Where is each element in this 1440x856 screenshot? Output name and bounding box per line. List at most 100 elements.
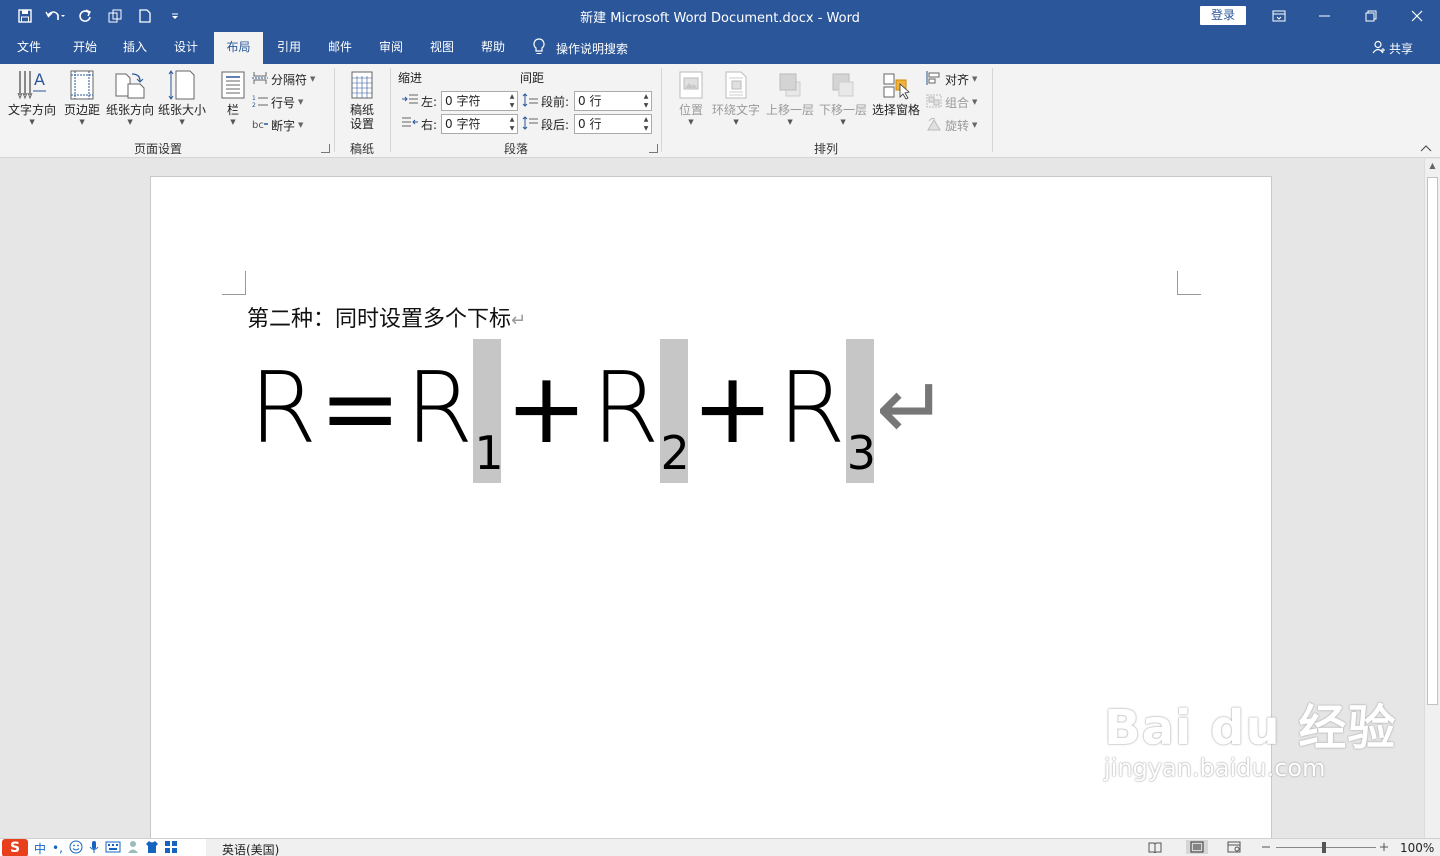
columns-button[interactable]: 栏 ▼	[216, 68, 250, 126]
minimize-icon[interactable]	[1302, 0, 1348, 32]
hyphenation-button[interactable]: bc 断字 ▼	[252, 115, 303, 135]
size-button[interactable]: 纸张大小 ▼	[158, 68, 206, 126]
margin-corner-mark	[222, 271, 246, 295]
line-numbers-button[interactable]: 12 行号 ▼	[252, 92, 303, 112]
save-icon[interactable]	[14, 5, 36, 27]
group-button[interactable]: 组合 ▼	[926, 92, 977, 112]
spacing-after-input[interactable]: 0 行 ▲ ▼	[574, 114, 652, 134]
ime-mode[interactable]: 中	[34, 840, 46, 856]
indent-right-label: 右:	[402, 116, 437, 133]
user-icon[interactable]	[127, 840, 139, 856]
scroll-up-icon[interactable]: ▲	[1425, 161, 1440, 173]
tab-insert[interactable]: 插入	[112, 32, 158, 64]
undo-icon[interactable]	[44, 5, 66, 27]
tab-review[interactable]: 审阅	[368, 32, 414, 64]
language-indicator[interactable]: 英语(美国)	[222, 841, 279, 856]
indent-right-input[interactable]: 0 字符 ▲ ▼	[441, 114, 518, 134]
caret-icon: ▼	[972, 121, 978, 129]
orientation-button[interactable]: 纸张方向 ▼	[106, 68, 154, 126]
tab-mailings[interactable]: 邮件	[317, 32, 363, 64]
svg-text:A: A	[34, 70, 45, 89]
hyphenation-icon: bc	[252, 117, 268, 134]
document-paragraph[interactable]: 第二种：同时设置多个下标↵	[247, 301, 526, 333]
collapse-ribbon-icon[interactable]	[1420, 144, 1432, 155]
customize-qat-icon[interactable]	[164, 5, 186, 27]
tab-help[interactable]: 帮助	[470, 32, 516, 64]
margins-label: 页边距	[64, 103, 101, 117]
spacing-before-input[interactable]: 0 行 ▲ ▼	[574, 91, 652, 111]
zoom-slider-thumb[interactable]	[1322, 842, 1326, 853]
wrap-text-button[interactable]: 环绕文字 ▼	[712, 68, 760, 126]
format-painter-icon[interactable]	[104, 5, 126, 27]
tab-layout[interactable]: 布局	[214, 32, 263, 64]
zoom-level[interactable]: 100%	[1400, 841, 1434, 855]
breaks-icon	[252, 71, 268, 88]
new-document-icon[interactable]	[134, 5, 156, 27]
formula-subscript-selected[interactable]: 3	[845, 339, 876, 483]
vertical-scrollbar[interactable]: ▲	[1424, 159, 1440, 838]
arrange-group-label: 排列	[813, 142, 838, 156]
zoom-out-icon[interactable]	[1258, 840, 1274, 854]
skin-icon[interactable]	[145, 840, 159, 856]
person-icon	[1372, 40, 1386, 57]
rotate-button[interactable]: 旋转 ▼	[926, 115, 977, 135]
margins-button[interactable]: 页边距 ▼	[64, 68, 100, 126]
microphone-icon[interactable]	[89, 840, 99, 856]
caret-icon: ▼	[79, 118, 85, 126]
send-backward-button[interactable]: 下移一层 ▼	[819, 68, 867, 126]
formula-term-base: R	[405, 352, 473, 466]
columns-icon	[216, 68, 250, 102]
subscript-text: 1	[474, 426, 504, 480]
sogou-ime-logo[interactable]: S	[2, 839, 28, 856]
share-button[interactable]: 共享	[1372, 32, 1413, 64]
formula-plus: +	[505, 352, 588, 466]
selection-pane-button[interactable]: 选择窗格	[872, 68, 920, 118]
formula-line[interactable]: R = R 1 + R 2 + R 3 ↵	[249, 339, 948, 489]
zoom-slider-track[interactable]	[1276, 847, 1376, 848]
zoom-in-icon[interactable]	[1376, 840, 1392, 854]
page-setup-launcher-icon[interactable]	[321, 144, 330, 153]
spacing-after-label: 段后:	[522, 116, 569, 133]
spinner-arrows-icon[interactable]: ▲ ▼	[507, 92, 517, 110]
indent-left-label: 左:	[402, 93, 437, 110]
tab-view[interactable]: 视图	[419, 32, 465, 64]
ribbon-display-options-icon[interactable]	[1256, 0, 1302, 32]
group-label: 组合	[945, 95, 970, 110]
send-backward-icon	[826, 68, 860, 102]
paragraph-launcher-icon[interactable]	[649, 144, 658, 153]
wrap-text-icon	[719, 68, 753, 102]
breaks-button[interactable]: 分隔符 ▼	[252, 69, 315, 89]
spinner-arrows-icon[interactable]: ▲ ▼	[641, 115, 651, 133]
ime-punctuation[interactable]: •,	[52, 841, 63, 855]
text-direction-button[interactable]: A 文字方向 ▼	[8, 68, 56, 126]
tell-me-search[interactable]: 操作说明搜索	[532, 32, 628, 64]
tab-file[interactable]: 文件	[6, 32, 52, 64]
tab-references[interactable]: 引用	[266, 32, 312, 64]
redo-icon[interactable]	[74, 5, 96, 27]
keyboard-icon[interactable]	[105, 841, 121, 856]
close-icon[interactable]	[1394, 0, 1440, 32]
ime-toolbar: S 中 •,	[0, 839, 206, 856]
tab-home[interactable]: 开始	[60, 32, 110, 64]
indent-left-input[interactable]: 0 字符 ▲ ▼	[441, 91, 518, 111]
scrollbar-thumb[interactable]	[1427, 177, 1438, 705]
spinner-arrows-icon[interactable]: ▲ ▼	[641, 92, 651, 110]
emoji-icon[interactable]	[69, 840, 83, 856]
align-button[interactable]: 对齐 ▼	[926, 69, 977, 89]
spinner-arrows-icon[interactable]: ▲ ▼	[507, 115, 517, 133]
print-layout-icon[interactable]	[1186, 840, 1208, 854]
login-button[interactable]: 登录	[1200, 6, 1246, 25]
manuscript-settings-button[interactable]: 稿纸 设置	[345, 68, 379, 132]
web-layout-icon[interactable]	[1226, 840, 1242, 854]
position-button[interactable]: 位置 ▼	[674, 68, 708, 126]
formula-subscript-selected[interactable]: 1	[473, 339, 504, 483]
bring-forward-icon	[773, 68, 807, 102]
formula-subscript-selected[interactable]: 2	[659, 339, 690, 483]
read-mode-icon[interactable]	[1147, 840, 1163, 854]
quick-access-toolbar	[14, 5, 186, 27]
restore-icon[interactable]	[1348, 0, 1394, 32]
bring-forward-button[interactable]: 上移一层 ▼	[766, 68, 814, 126]
manuscript-label-line2: 设置	[349, 117, 374, 131]
toolbox-icon[interactable]	[164, 840, 177, 856]
tab-design[interactable]: 设计	[163, 32, 209, 64]
